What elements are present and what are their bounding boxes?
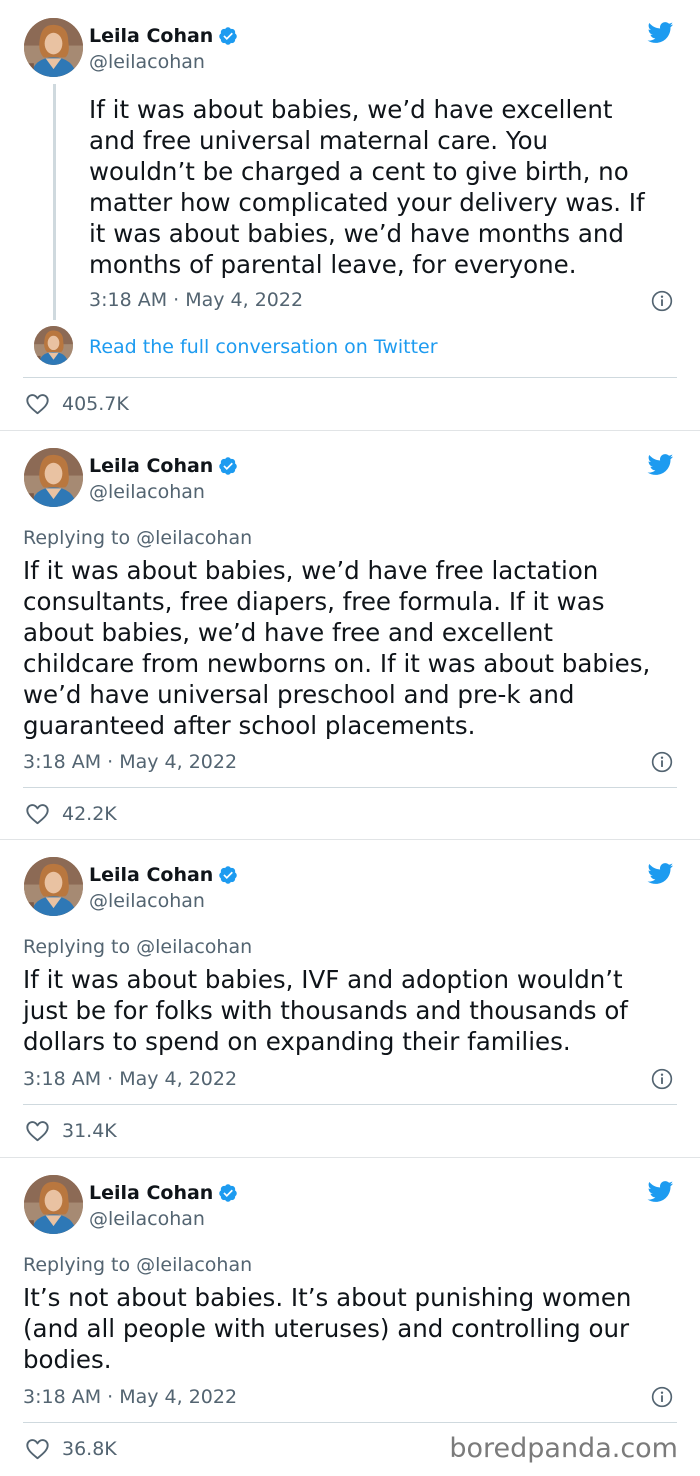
heart-icon: [25, 803, 50, 825]
verified-badge-icon: [218, 26, 238, 46]
tweet-card: Leila Cohan @leilacohan Replying to @lei…: [0, 431, 700, 840]
author-name-text: Leila Cohan: [89, 864, 214, 886]
twitter-bird-icon[interactable]: [644, 860, 676, 887]
tweet-text: If it was about babies, we’d have excell…: [89, 95, 645, 279]
verified-badge-icon: [218, 1183, 238, 1203]
author-name-text: Leila Cohan: [89, 455, 214, 477]
heart-icon: [25, 1438, 50, 1460]
like-button[interactable]: 31.4K: [25, 1120, 117, 1142]
twitter-bird-icon[interactable]: [644, 19, 676, 46]
twitter-bird-icon[interactable]: [644, 451, 676, 478]
tweet-text: If it was about babies, IVF and adoption…: [23, 965, 628, 1056]
author-name[interactable]: Leila Cohan: [89, 864, 238, 886]
author-name[interactable]: Leila Cohan: [89, 455, 238, 477]
author-name[interactable]: Leila Cohan: [89, 25, 238, 47]
tweet-timestamp[interactable]: 3:18 AM · May 4, 2022: [23, 1386, 237, 1408]
like-count: 36.8K: [62, 1438, 117, 1460]
author-name[interactable]: Leila Cohan: [89, 1182, 238, 1204]
heart-icon: [25, 393, 50, 415]
divider: [23, 377, 677, 378]
thread-connector: [53, 84, 56, 320]
avatar[interactable]: [24, 18, 83, 77]
tweet-timestamp[interactable]: 3:18 AM · May 4, 2022: [89, 289, 303, 311]
tweet-card: Leila Cohan @leilacohan Replying to @lei…: [0, 1158, 700, 1476]
avatar-small[interactable]: [34, 326, 73, 365]
tweet-text: It’s not about babies. It’s about punish…: [23, 1283, 632, 1374]
like-button[interactable]: 42.2K: [25, 803, 117, 825]
author-handle[interactable]: @leilacohan: [89, 890, 205, 912]
info-icon[interactable]: [651, 751, 673, 773]
info-icon[interactable]: [651, 1068, 673, 1090]
like-count: 31.4K: [62, 1120, 117, 1142]
replying-to[interactable]: Replying to @leilacohan: [23, 1254, 252, 1276]
like-count: 42.2K: [62, 803, 117, 825]
avatar[interactable]: [24, 1175, 83, 1234]
author-handle[interactable]: @leilacohan: [89, 481, 205, 503]
replying-to[interactable]: Replying to @leilacohan: [23, 936, 252, 958]
author-handle[interactable]: @leilacohan: [89, 1208, 205, 1230]
author-handle[interactable]: @leilacohan: [89, 51, 205, 73]
twitter-bird-icon[interactable]: [644, 1178, 676, 1205]
like-button[interactable]: 405.7K: [25, 393, 129, 415]
author-name-text: Leila Cohan: [89, 25, 214, 47]
heart-icon: [25, 1120, 50, 1142]
author-name-text: Leila Cohan: [89, 1182, 214, 1204]
info-icon[interactable]: [651, 290, 673, 312]
tweet-text: If it was about babies, we’d have free l…: [23, 556, 651, 740]
tweet-card: Leila Cohan @leilacohan If it was about …: [0, 0, 700, 431]
divider: [23, 787, 677, 788]
watermark: boredpanda.com: [449, 1433, 678, 1464]
tweet-card: Leila Cohan @leilacohan Replying to @lei…: [0, 840, 700, 1158]
like-button[interactable]: 36.8K: [25, 1438, 117, 1460]
divider: [23, 1104, 677, 1105]
like-count: 405.7K: [62, 393, 129, 415]
avatar[interactable]: [24, 448, 83, 507]
info-icon[interactable]: [651, 1386, 673, 1408]
avatar[interactable]: [24, 857, 83, 916]
replying-to[interactable]: Replying to @leilacohan: [23, 527, 252, 549]
read-conversation-link[interactable]: Read the full conversation on Twitter: [89, 336, 438, 358]
verified-badge-icon: [218, 865, 238, 885]
verified-badge-icon: [218, 456, 238, 476]
tweet-timestamp[interactable]: 3:18 AM · May 4, 2022: [23, 751, 237, 773]
tweet-timestamp[interactable]: 3:18 AM · May 4, 2022: [23, 1068, 237, 1090]
divider: [23, 1422, 677, 1423]
